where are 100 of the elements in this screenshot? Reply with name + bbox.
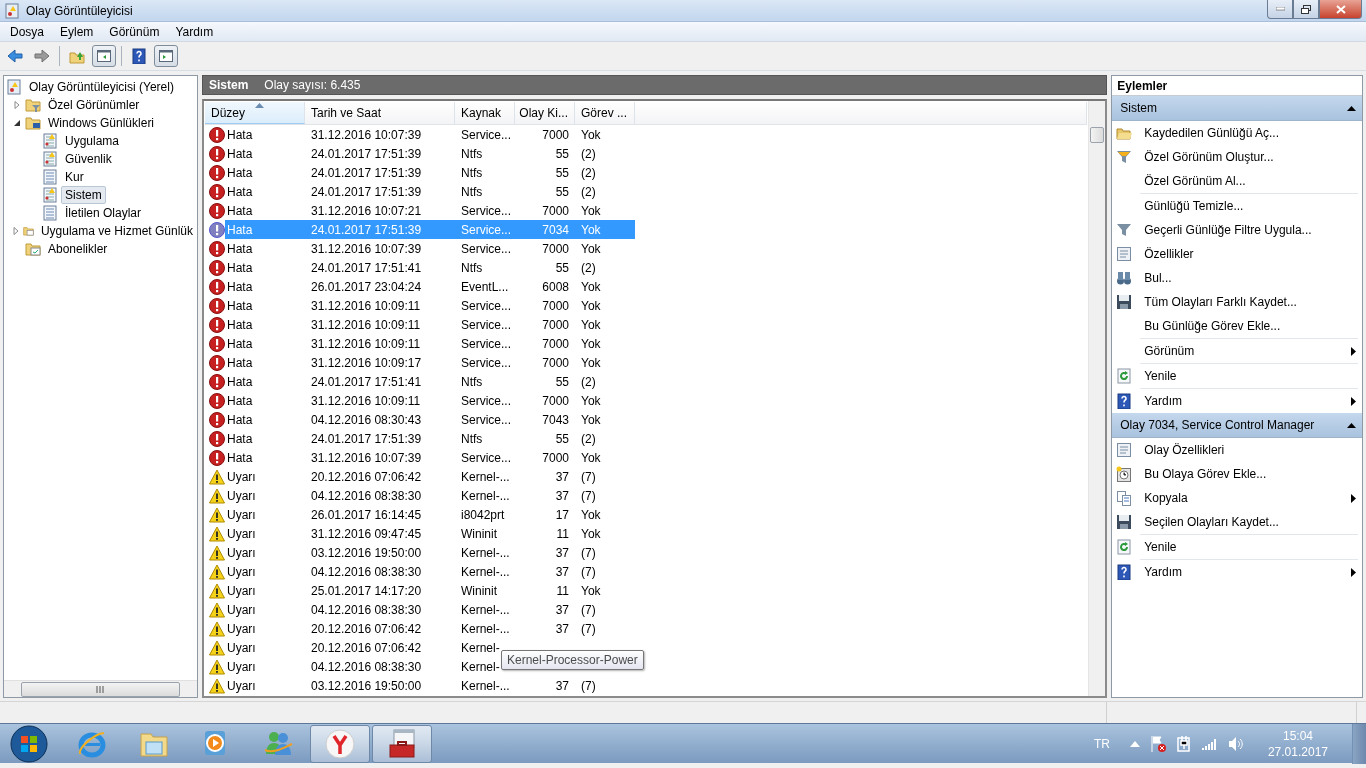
clock-date: 27.01.2017	[1267, 743, 1328, 760]
table-cell-text: Uyarı	[226, 506, 257, 524]
table-cell-text: 24.01.2017 17:51:39	[310, 183, 423, 201]
computer-folder-icon	[25, 115, 41, 131]
menu-item[interactable]: Eylem	[52, 24, 102, 39]
table-cell-text: 7000	[541, 354, 570, 372]
tree-item[interactable]: Abonelikler	[44, 240, 112, 258]
action-item[interactable]: Yardım	[1112, 389, 1357, 413]
collapse-arrow-icon	[1347, 105, 1356, 111]
error-icon	[209, 259, 225, 276]
minimize-button[interactable]	[1267, 0, 1293, 19]
table-cell-text: 37	[554, 601, 570, 619]
error-icon	[209, 335, 225, 352]
log-icon	[42, 133, 58, 149]
log-icon	[42, 169, 58, 185]
log-icon	[42, 205, 58, 221]
tree-item[interactable]: Güvenlik	[61, 150, 116, 168]
table-cell-text: Hata	[226, 183, 254, 201]
menu-item[interactable]: Görünüm	[101, 24, 168, 39]
warning-icon	[209, 582, 225, 599]
forward-arrow-icon	[34, 48, 50, 64]
action-item[interactable]: Olay Özellikleri	[1112, 438, 1357, 462]
action-item[interactable]: Yenile	[1112, 535, 1357, 559]
action-item[interactable]: Kopyala	[1112, 486, 1357, 510]
action-item[interactable]: Geçerli Günlüğe Filtre Uygula...	[1112, 218, 1357, 242]
section-header[interactable]: Sistem	[1112, 96, 1362, 121]
warning-icon	[209, 563, 225, 580]
tree-item[interactable]: Olay Görüntüleyicisi (Yerel)	[25, 78, 178, 96]
column-header[interactable]: Düzey	[205, 102, 305, 124]
column-header[interactable]: Görev ...	[575, 102, 635, 124]
action-item[interactable]: Bu Günlüğe Görev Ekle...	[1112, 314, 1357, 338]
error-icon	[209, 316, 225, 333]
tree-item[interactable]: Özel Görünümler	[44, 96, 144, 114]
tree-item[interactable]: İletilen Olaylar	[61, 204, 146, 222]
table-cell-text: Yok	[580, 392, 602, 410]
table-cell-text: 20.12.2016 07:06:42	[310, 468, 423, 486]
table-cell-text: 55	[554, 259, 570, 277]
table-cell-text: 55	[554, 183, 570, 201]
table-cell-text: 55	[554, 373, 570, 391]
error-icon	[209, 449, 225, 466]
close-button[interactable]	[1319, 0, 1362, 19]
action-item[interactable]: Seçilen Olayları Kaydet...	[1112, 510, 1357, 534]
section-header[interactable]: Olay 7034, Service Control Manager	[1112, 413, 1362, 438]
toolbar-button[interactable]	[92, 45, 116, 67]
action-item[interactable]: Tüm Olayları Farklı Kaydet...	[1112, 290, 1357, 314]
action-item[interactable]: Yardım	[1112, 560, 1357, 584]
action-item[interactable]: Özel Görünüm Oluştur...	[1112, 145, 1357, 169]
action-item[interactable]: Özellikler	[1112, 242, 1357, 266]
table-cell-text: 31.12.2016 10:09:11	[310, 335, 422, 353]
action-item[interactable]: Bu Olaya Görev Ekle...	[1112, 462, 1357, 486]
table-cell-text: Uyarı	[226, 525, 257, 543]
action-item[interactable]: Kaydedilen Günlüğü Aç...	[1112, 121, 1357, 145]
table-cell-text: 31.12.2016 10:07:39	[310, 240, 423, 258]
tree-item[interactable]: Uygulama ve Hizmet Günlük	[36, 222, 197, 240]
tree-item[interactable]: Sistem	[61, 186, 106, 204]
table-cell-text: Yok	[580, 411, 602, 429]
menu-item[interactable]: Yardım	[167, 24, 222, 39]
action-item[interactable]: Yenile	[1112, 364, 1357, 388]
table-cell-text: (2)	[580, 430, 597, 448]
table-cell-text: Service...	[460, 126, 512, 144]
save-icon	[1116, 294, 1133, 310]
column-header[interactable]: Kaynak	[455, 102, 515, 124]
action-item[interactable]: Özel Görünüm Al...	[1112, 169, 1357, 193]
table-cell-text: 20.12.2016 07:06:42	[310, 620, 423, 638]
table-cell-text: Service...	[460, 335, 512, 353]
table-cell-text: 37	[554, 487, 570, 505]
error-icon	[209, 183, 225, 200]
error-icon	[209, 202, 225, 219]
clock-time: 15:04	[1282, 727, 1313, 744]
maximize-button[interactable]	[1293, 0, 1319, 19]
table-cell-text: Hata	[226, 164, 254, 182]
action-item[interactable]: Bul...	[1112, 266, 1357, 290]
table-cell-text: 7043	[541, 411, 570, 429]
tree-item[interactable]: Windows Günlükleri	[44, 114, 159, 132]
toolbar-button[interactable]	[154, 45, 178, 67]
tree-item[interactable]: Kur	[61, 168, 88, 186]
action-item[interactable]: Günlüğü Temizle...	[1112, 194, 1357, 218]
column-header[interactable]: Olay Ki...	[515, 102, 575, 124]
table-cell-text: (2)	[580, 183, 597, 201]
table-cell-text: 31.12.2016 09:47:45	[310, 525, 423, 543]
column-header[interactable]: Tarih ve Saat	[305, 102, 455, 124]
error-icon	[209, 373, 225, 390]
table-cell-text: Hata	[226, 430, 254, 448]
taskbar-app[interactable]	[310, 724, 370, 763]
log-book-icon	[4, 2, 20, 19]
error-icon	[209, 278, 225, 295]
taskbar-app[interactable]	[372, 724, 432, 763]
tree-item[interactable]: Uygulama	[61, 132, 124, 150]
table-cell-text: 31.12.2016 10:07:39	[310, 449, 423, 467]
error-icon	[209, 164, 225, 181]
vertical-scrollbar[interactable]	[1088, 101, 1106, 696]
horizontal-scrollbar[interactable]	[4, 680, 197, 697]
action-item[interactable]: Görünüm	[1112, 339, 1357, 363]
toolbox-icon	[386, 727, 418, 760]
table-cell-text: Uyarı	[226, 658, 257, 676]
table-cell-text: Yok	[580, 240, 602, 258]
table-cell-text: 04.12.2016 08:38:30	[310, 658, 423, 676]
window-title: Olay Görüntüleyicisi	[26, 3, 134, 18]
menu-item[interactable]: Dosya	[2, 24, 52, 39]
table-cell-text: Ntfs	[460, 373, 484, 391]
